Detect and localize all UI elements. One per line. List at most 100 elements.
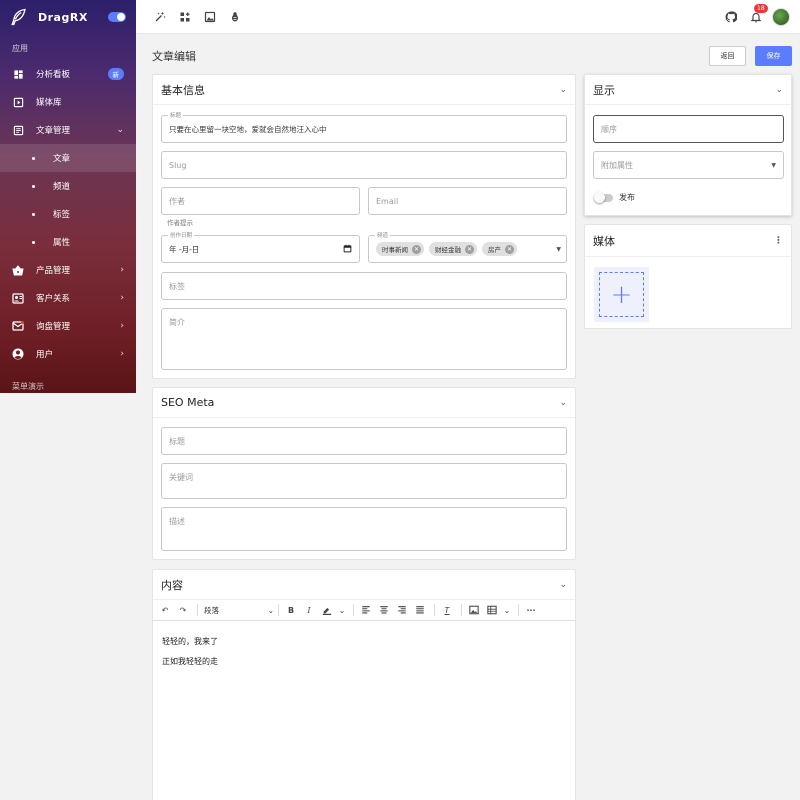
sidebar-item-products[interactable]: 产品管理 › (0, 256, 136, 284)
insert-image-icon[interactable] (468, 604, 480, 616)
bell-icon[interactable]: 18 (750, 3, 768, 23)
insert-table-icon[interactable] (486, 604, 498, 616)
sidebar-item-users[interactable]: 用户 › (0, 340, 136, 368)
author-field[interactable]: 作者 (161, 187, 360, 215)
topbar: 18 (136, 0, 800, 34)
italic-icon[interactable]: I (303, 604, 315, 616)
chevron-down-icon[interactable]: ⌄ (559, 85, 567, 95)
media-card: 媒体 ⋮ + (584, 224, 792, 329)
summary-field[interactable]: 简介 (161, 308, 567, 370)
sidebar-item-label: 询盘管理 (36, 322, 71, 332)
chip-remove-icon[interactable]: ✕ (465, 244, 474, 254)
chevron-right-icon: › (120, 265, 124, 275)
more-vertical-icon[interactable]: ⋮ (774, 236, 783, 246)
editor-content[interactable]: 轻轻的，我来了 正如我轻轻的走 (162, 632, 218, 672)
back-button[interactable]: 返回 (709, 46, 746, 66)
image-icon[interactable] (204, 11, 216, 23)
bug-icon[interactable] (229, 11, 241, 23)
chip-group: 时事新闻 ✕ 财经金融 ✕ 房产 ✕ (376, 242, 556, 256)
bullet-icon (32, 156, 35, 160)
basic-info-header[interactable]: 基本信息 ⌄ (153, 75, 575, 105)
redo-icon[interactable]: ↷ (177, 604, 189, 616)
sidebar-subitem-channel[interactable]: 频道 (0, 172, 136, 200)
magic-wand-icon[interactable] (154, 11, 166, 23)
chip-remove-icon[interactable]: ✕ (505, 244, 514, 254)
sidebar-item-inquiries[interactable]: 询盘管理 › (0, 312, 136, 340)
channel-select[interactable]: 频道 时事新闻 ✕ 财经金融 ✕ 房产 ✕ ▼ (368, 231, 567, 263)
article-icon (12, 124, 24, 136)
basket-icon (12, 264, 24, 276)
seo-description-placeholder: 描述 (169, 517, 185, 526)
channel-chip[interactable]: 财经金融 ✕ (429, 242, 477, 256)
display-card: 显示 ⌄ 顺序 附加属性 ▼ 发布 (584, 74, 792, 216)
align-center-icon[interactable] (378, 604, 390, 616)
date-field-value: 年 -月-日 (169, 244, 200, 254)
title-field[interactable]: 标题 只要在心里留一块空地，爱就会自然地汪入心中 (161, 111, 567, 143)
align-right-icon[interactable] (396, 604, 408, 616)
chevron-right-icon: › (120, 349, 124, 359)
title-field-value: 只要在心里留一块空地，爱就会自然地汪入心中 (169, 124, 327, 134)
date-field[interactable]: 创作日期 年 -月-日 (161, 231, 360, 263)
seo-keywords-field[interactable]: 关键词 (161, 463, 567, 499)
highlight-color-icon[interactable] (321, 604, 333, 616)
toolbar-divider (461, 604, 462, 616)
chip-remove-icon[interactable]: ✕ (412, 244, 421, 254)
avatar[interactable] (772, 7, 790, 26)
clear-format-icon[interactable]: T (441, 604, 453, 616)
calendar-icon[interactable] (343, 244, 352, 255)
widgets-icon[interactable] (179, 11, 191, 23)
author-placeholder: 作者 (169, 196, 185, 206)
sidebar-item-dashboard[interactable]: 分析看板 新 (0, 60, 136, 88)
sidebar-subitem-article[interactable]: 文章 (0, 144, 136, 172)
sidebar-toggle[interactable] (108, 12, 126, 22)
save-button[interactable]: 保存 (755, 46, 792, 66)
bullet-icon (32, 184, 35, 188)
add-media-button[interactable]: + (594, 267, 649, 322)
seo-meta-header[interactable]: SEO Meta ⌄ (153, 388, 575, 418)
switch-track[interactable] (594, 191, 613, 203)
extra-attribute-placeholder: 附加属性 (601, 160, 633, 170)
seo-description-field[interactable]: 描述 (161, 507, 567, 551)
undo-icon[interactable]: ↶ (159, 604, 171, 616)
extra-attribute-select[interactable]: 附加属性 ▼ (593, 151, 784, 179)
chevron-down-icon: ⌄ (116, 125, 124, 135)
chevron-down-icon[interactable]: ⌄ (559, 398, 567, 408)
paragraph-format-select[interactable]: 段落 ⌄ (204, 605, 274, 616)
sidebar-item-articles[interactable]: 文章管理 ⌄ (0, 116, 136, 144)
chevron-down-icon[interactable]: ⌄ (559, 580, 567, 590)
seo-title-field[interactable]: 标题 (161, 427, 567, 455)
dropdown-arrow-icon[interactable]: ▼ (556, 246, 561, 253)
sidebar-subitem-tag[interactable]: 标签 (0, 200, 136, 228)
basic-info-card: 基本信息 ⌄ 标题 只要在心里留一块空地，爱就会自然地汪入心中 Slug 作者 … (152, 74, 576, 379)
chevron-down-icon[interactable]: ⌄ (504, 604, 511, 616)
toolbar-divider (197, 604, 198, 616)
chevron-down-icon[interactable]: ⌄ (339, 604, 346, 616)
bold-icon[interactable]: B (285, 604, 297, 616)
order-field[interactable]: 顺序 (593, 115, 784, 143)
seo-keywords-placeholder: 关键词 (169, 473, 193, 482)
github-icon[interactable] (725, 10, 737, 23)
channel-chip[interactable]: 房产 ✕ (482, 242, 517, 256)
email-field[interactable]: Email (368, 187, 567, 215)
sidebar-subitem-attribute[interactable]: 属性 (0, 228, 136, 256)
editor-paragraph: 正如我轻轻的走 (162, 657, 218, 666)
channel-chip[interactable]: 时事新闻 ✕ (376, 242, 424, 256)
publish-toggle[interactable]: 发布 (594, 191, 635, 203)
sidebar-item-label: 媒体库 (36, 98, 62, 108)
slug-field[interactable]: Slug (161, 151, 567, 179)
chip-label: 财经金融 (435, 246, 461, 254)
align-justify-icon[interactable] (414, 604, 426, 616)
sidebar-item-label: 产品管理 (36, 266, 71, 276)
sidebar-item-customers[interactable]: 客户关系 › (0, 284, 136, 312)
align-left-icon[interactable] (360, 604, 372, 616)
display-header[interactable]: 显示 ⌄ (585, 75, 791, 105)
content-header[interactable]: 内容 ⌄ (153, 570, 575, 600)
content-card: 内容 ⌄ ↶ ↷ 段落 ⌄ B I ⌄ T ⌄ ··· 轻轻的，我来了 正如我轻… (152, 569, 576, 800)
chevron-down-icon[interactable]: ⌄ (775, 85, 783, 95)
order-placeholder: 顺序 (601, 124, 617, 134)
tags-field[interactable]: 标签 (161, 272, 567, 300)
editor-paragraph: 轻轻的，我来了 (162, 637, 218, 646)
sidebar-item-media-library[interactable]: 媒体库 (0, 88, 136, 116)
slug-placeholder: Slug (169, 160, 187, 170)
more-horizontal-icon[interactable]: ··· (525, 604, 537, 616)
